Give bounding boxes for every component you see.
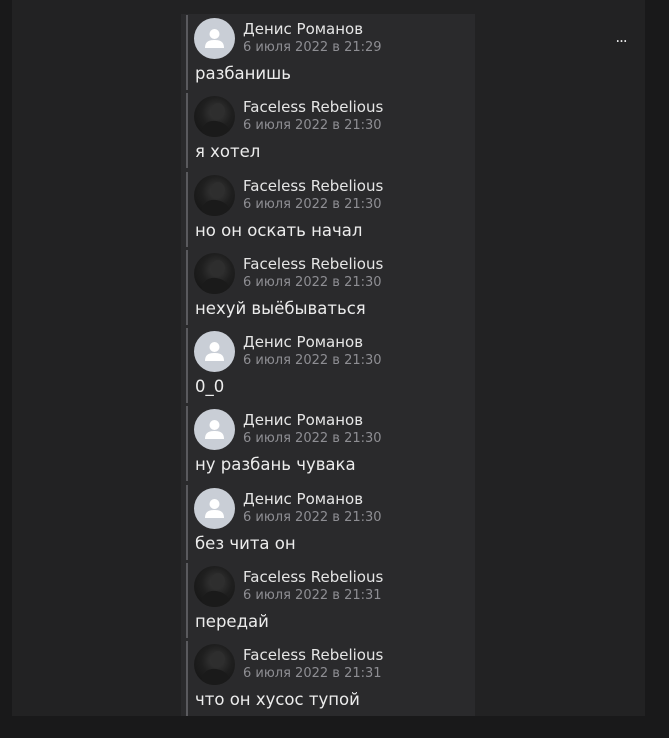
message-text: 0_0 bbox=[195, 377, 225, 397]
forwarded-message[interactable]: Faceless Rebelious 6 июля 2022 в 21:30 н… bbox=[181, 171, 475, 249]
forwarded-message[interactable]: Денис Романов 6 июля 2022 в 21:30 без чи… bbox=[181, 484, 475, 562]
default-avatar-icon bbox=[205, 342, 224, 362]
message-text: ну разбань чувака bbox=[195, 455, 356, 475]
message-text: что он хусос тупой bbox=[195, 690, 360, 710]
forwarded-message[interactable]: Денис Романов 6 июля 2022 в 21:29 разбан… bbox=[181, 14, 475, 92]
avatar[interactable] bbox=[194, 487, 235, 529]
quote-bar bbox=[186, 93, 188, 169]
dark-photo-avatar bbox=[200, 181, 232, 216]
quote-bar bbox=[186, 249, 188, 325]
message-author[interactable]: Денис Романов bbox=[243, 411, 363, 429]
message-author[interactable]: Faceless Rebelious bbox=[243, 646, 383, 664]
message-list: Денис Романов 6 июля 2022 в 21:29 разбан… bbox=[181, 14, 475, 719]
more-icon: ... bbox=[615, 28, 627, 46]
message-timestamp: 6 июля 2022 в 21:30 bbox=[243, 353, 382, 369]
forwarded-message[interactable]: Faceless Rebelious 6 июля 2022 в 21:30 н… bbox=[181, 249, 475, 327]
more-options-button[interactable]: ... bbox=[606, 27, 636, 47]
avatar[interactable] bbox=[194, 96, 235, 138]
dark-photo-avatar bbox=[200, 573, 232, 608]
message-timestamp: 6 июля 2022 в 21:30 bbox=[243, 118, 382, 134]
dark-photo-avatar bbox=[200, 259, 232, 294]
forwarded-message[interactable]: Faceless Rebelious 6 июля 2022 в 21:30 я… bbox=[181, 92, 475, 170]
quote-bar bbox=[186, 15, 188, 90]
avatar[interactable] bbox=[194, 409, 235, 451]
default-avatar-icon bbox=[205, 420, 224, 440]
message-text: нехуй выёбываться bbox=[195, 298, 366, 318]
message-timestamp: 6 июля 2022 в 21:30 bbox=[243, 196, 382, 212]
forwarded-message[interactable]: Денис Романов 6 июля 2022 в 21:30 ну раз… bbox=[181, 405, 475, 483]
message-timestamp: 6 июля 2022 в 21:30 bbox=[243, 509, 382, 525]
message-text: без чита он bbox=[195, 533, 296, 553]
message-timestamp: 6 июля 2022 в 21:30 bbox=[243, 431, 382, 447]
quote-bar bbox=[186, 171, 188, 247]
message-text: разбанишь bbox=[195, 64, 291, 83]
quote-bar bbox=[186, 406, 188, 482]
message-author[interactable]: Faceless Rebelious bbox=[243, 568, 383, 586]
forwarded-message[interactable]: Faceless Rebelious 6 июля 2022 в 21:31 ч… bbox=[181, 640, 475, 718]
avatar[interactable] bbox=[194, 566, 235, 608]
message-timestamp: 6 июля 2022 в 21:29 bbox=[243, 40, 382, 55]
avatar[interactable] bbox=[194, 174, 235, 216]
message-author[interactable]: Faceless Rebelious bbox=[243, 98, 383, 116]
avatar[interactable] bbox=[194, 252, 235, 294]
message-text: передай bbox=[195, 612, 269, 632]
page: ... Денис Романов 6 июля 2022 в 21:29 ра… bbox=[0, 0, 669, 738]
forwarded-message[interactable]: Faceless Rebelious 6 июля 2022 в 21:31 п… bbox=[181, 562, 475, 640]
avatar[interactable] bbox=[194, 644, 235, 686]
dark-photo-avatar bbox=[200, 651, 232, 686]
message-author[interactable]: Денис Романов bbox=[243, 490, 363, 508]
quote-bar bbox=[186, 328, 188, 404]
message-timestamp: 6 июля 2022 в 21:30 bbox=[243, 274, 382, 290]
quote-bar bbox=[186, 563, 188, 639]
message-timestamp: 6 июля 2022 в 21:31 bbox=[243, 588, 382, 604]
forwarded-message[interactable]: Денис Романов 6 июля 2022 в 21:30 0_0 bbox=[181, 327, 475, 405]
message-author[interactable]: Faceless Rebelious bbox=[243, 255, 383, 273]
message-author[interactable]: Денис Романов bbox=[243, 20, 363, 38]
message-text: но он оскать начал bbox=[195, 220, 363, 240]
dark-photo-avatar bbox=[200, 103, 232, 138]
quote-bar bbox=[186, 641, 188, 717]
avatar[interactable] bbox=[194, 331, 235, 373]
message-author[interactable]: Денис Романов bbox=[243, 333, 363, 351]
message-author[interactable]: Faceless Rebelious bbox=[243, 177, 383, 195]
default-avatar-icon bbox=[205, 29, 224, 48]
forwarded-messages-card: Денис Романов 6 июля 2022 в 21:29 разбан… bbox=[181, 14, 475, 719]
message-text: я хотел bbox=[195, 142, 261, 162]
quote-bar bbox=[186, 484, 188, 560]
avatar[interactable] bbox=[194, 18, 235, 59]
default-avatar-icon bbox=[205, 498, 224, 518]
message-timestamp: 6 июля 2022 в 21:31 bbox=[243, 666, 382, 682]
